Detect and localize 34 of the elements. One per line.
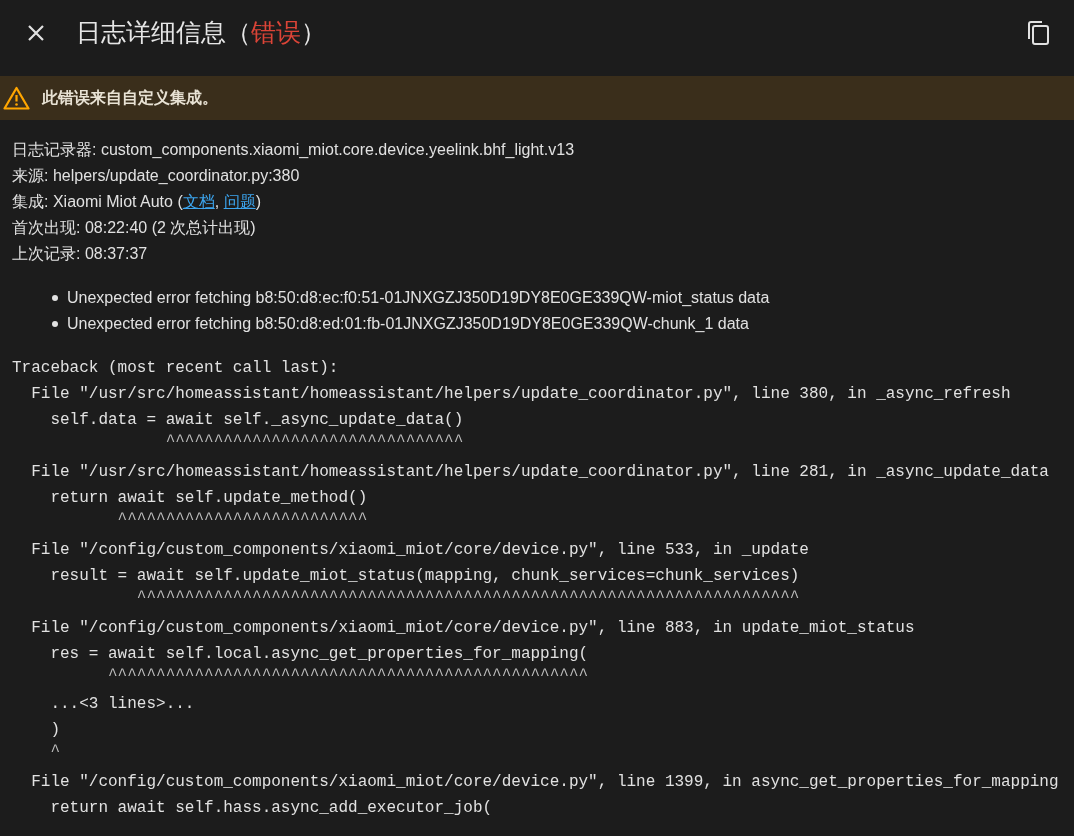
close-icon bbox=[27, 24, 45, 42]
code-line: ) bbox=[49, 720, 61, 741]
caret-marker: ^^^^^^^^^^^^^^^^^^^^^^^^^^^^^^^^^^^^^^^^^^^^^^^^^^ bbox=[107, 667, 590, 685]
detail-line: 来源: helpers/update_coordinator.py:380 bbox=[12, 166, 301, 186]
detail-line: 首次出现: 08:22:40 (2 次总计出现) bbox=[12, 218, 257, 238]
caret-marker: ^^^^^^^^^^^^^^^^^^^^^^^^^^ bbox=[116, 511, 369, 529]
code-line: self.data = await self._async_update_data() bbox=[49, 410, 465, 431]
link[interactable]: 问题 bbox=[223, 193, 256, 210]
code-line: return await self.hass.async_add_executor_job( bbox=[49, 798, 494, 819]
link[interactable]: 文档 bbox=[182, 193, 215, 210]
code-line: File "/config/custom_components/xiaomi_miot/core/device.py", line 883, in update_miot_status bbox=[30, 618, 916, 639]
code-line: File "/usr/src/homeassistant/homeassistant/helpers/update_coordinator.py", line 380, in _async_refresh bbox=[30, 384, 1012, 405]
bullet-icon bbox=[52, 321, 58, 327]
code-line: return await self.update_method() bbox=[49, 488, 369, 509]
bullet-icon bbox=[52, 295, 58, 301]
caret-marker: ^ bbox=[49, 743, 61, 761]
detail-line: 上次记录: 08:37:37 bbox=[12, 244, 149, 264]
code-line: res = await self.local.async_get_properties_for_mapping( bbox=[49, 644, 590, 665]
copy-icon bbox=[1026, 20, 1050, 46]
caret-marker: ^^^^^^^^^^^^^^^^^^^^^^^^^^^^^^^^^^^^^^^^^^^^^^^^^^^^^^^^^^^^^^^^^^^^^ bbox=[135, 589, 801, 607]
code-line: File "/config/custom_components/xiaomi_miot/core/device.py", line 533, in _update bbox=[30, 540, 810, 561]
warning-text: 此错误来自自定义集成。 bbox=[42, 88, 218, 108]
caret-marker: ^^^^^^^^^^^^^^^^^^^^^^^^^^^^^^^ bbox=[164, 433, 465, 451]
dialog-title: 日志详细信息（错误） bbox=[76, 17, 326, 49]
error-message: Unexpected error fetching b8:50:d8:ed:01:fb-01JNXGZJ350D19DY8E0GE339QW-chunk_1 data bbox=[67, 314, 749, 334]
code-line: result = await self.update_miot_status(mapping, chunk_services=chunk_services) bbox=[49, 566, 801, 587]
code-line: ...<3 lines>... bbox=[49, 694, 196, 715]
code-line: File "/usr/src/homeassistant/homeassistant/helpers/update_coordinator.py", line 281, in _async_update_data bbox=[30, 462, 1050, 483]
detail-line: 集成: Xiaomi Miot Auto (文档, 问题) bbox=[12, 192, 262, 212]
code-line: Traceback (most recent call last): bbox=[12, 358, 340, 379]
code-line: File "/config/custom_components/xiaomi_miot/core/device.py", line 1399, in async_get_properties_for_mapping bbox=[30, 772, 1060, 793]
warning-icon bbox=[3, 86, 30, 110]
detail-line: 日志记录器: custom_components.xiaomi_miot.core.device.yeelink.bhf_light.v13 bbox=[12, 140, 576, 160]
error-message: Unexpected error fetching b8:50:d8:ec:f0:51-01JNXGZJ350D19DY8E0GE339QW-miot_status data bbox=[67, 288, 770, 308]
